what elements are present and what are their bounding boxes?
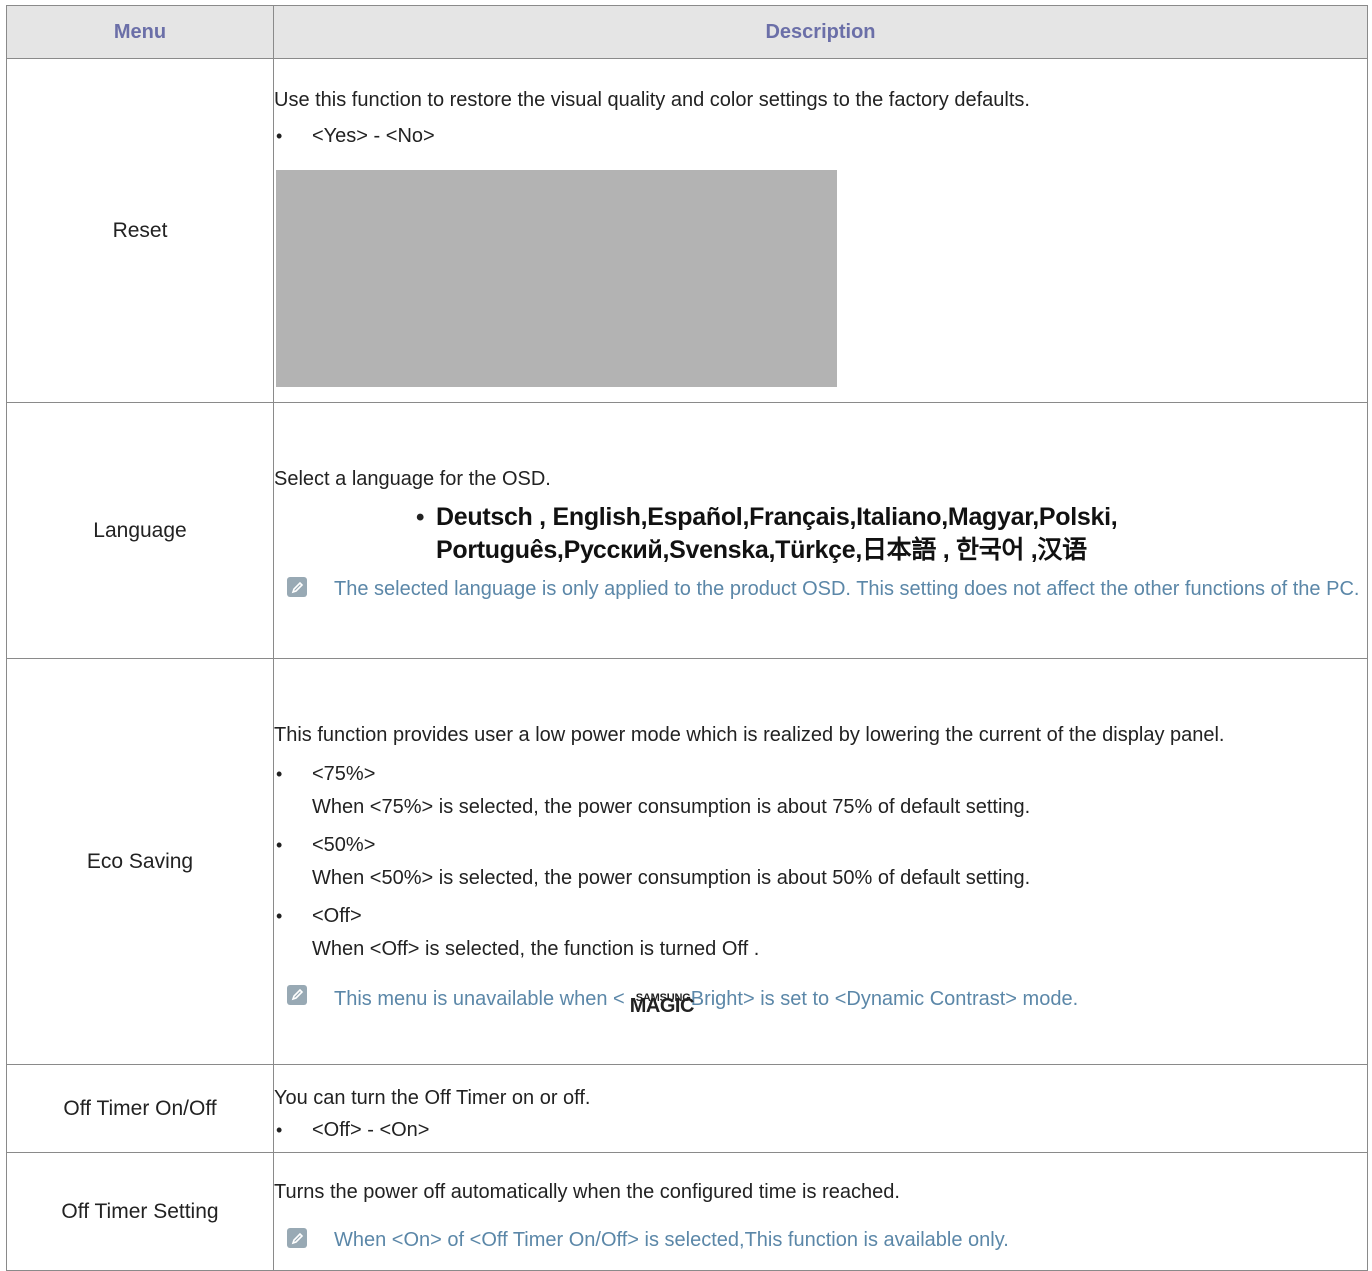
eco-item-detail: When <50%> is selected, the power consum…	[312, 866, 1031, 889]
table-row-eco-saving: Eco Saving This function provides user a…	[6, 658, 1368, 1065]
eco-item-50: • <50%> When <50%> is selected, the powe…	[274, 833, 1367, 890]
language-list: • Deutsch , English,Español,Français,Ita…	[274, 501, 1367, 567]
desc-reset: Use this function to restore the visual …	[273, 58, 1368, 403]
bullet-dot: •	[276, 1119, 283, 1140]
eco-item-detail: When <Off> is selected, the function is …	[312, 937, 760, 960]
off-timer-text: You can turn the Off Timer on or off.	[274, 1086, 591, 1109]
off-timer-options-text: <Off> - <On>	[312, 1118, 430, 1141]
desc-off-timer-setting: Turns the power off automatically when t…	[273, 1152, 1368, 1271]
off-timer-options: • <Off> - <On>	[274, 1118, 1367, 1142]
settings-table: Menu Description Reset Use this function…	[6, 5, 1368, 1271]
desc-eco-saving: This function provides user a low power …	[273, 658, 1368, 1065]
eco-item-off: • <Off> When <Off> is selected, the func…	[274, 904, 1367, 961]
bullet-dot: •	[276, 763, 283, 784]
bullet-dot: •	[416, 504, 425, 531]
samsung-magic-logo: SAMSUNG MAGIC	[625, 983, 695, 1017]
table-header-row: Menu Description	[6, 5, 1368, 59]
eco-note-text-start: This menu is unavailable when <	[334, 987, 625, 1010]
table-row-off-timer-setting: Off Timer Setting Turns the power off au…	[6, 1152, 1368, 1271]
menu-off-timer: Off Timer On/Off	[6, 1064, 274, 1153]
eco-item-label: <Off>	[312, 904, 362, 927]
language-text: Select a language for the OSD.	[274, 468, 551, 490]
note-pencil-icon	[287, 577, 307, 597]
language-list-line-1: Deutsch , English,Español,Français,Itali…	[436, 503, 1118, 531]
bullet-dot: •	[276, 905, 283, 926]
off-timer-setting-note: When <On> of <Off Timer On/Off> is selec…	[274, 1226, 1367, 1255]
table-row-language: Language Select a language for the OSD. …	[6, 402, 1368, 659]
bullet-dot: •	[276, 834, 283, 855]
menu-eco-saving: Eco Saving	[6, 658, 274, 1065]
osd-screenshot-image	[276, 170, 837, 387]
eco-item-75: • <75%> When <75%> is selected, the powe…	[274, 762, 1367, 819]
note-pencil-icon	[287, 984, 307, 1005]
language-list-line-2: Português,Русский,Svenska,Türkçe,日本語 , 한…	[436, 536, 1087, 564]
eco-item-detail: When <75%> is selected, the power consum…	[312, 795, 1031, 818]
header-menu: Menu	[6, 5, 274, 59]
eco-text: This function provides user a low power …	[274, 723, 1225, 746]
desc-off-timer: You can turn the Off Timer on or off. • …	[273, 1064, 1368, 1153]
menu-reset: Reset	[6, 58, 274, 403]
reset-options: • <Yes> - <No>	[274, 124, 1367, 148]
note-pencil-icon	[287, 1228, 307, 1248]
bullet-dot: •	[276, 126, 283, 146]
table-row-off-timer: Off Timer On/Off You can turn the Off Ti…	[6, 1064, 1368, 1153]
eco-note: This menu is unavailable when < SAMSUNG MA…	[274, 983, 1367, 1017]
reset-options-text: <Yes> - <No>	[312, 125, 435, 147]
table-row-reset: Reset Use this function to restore the v…	[6, 58, 1368, 403]
language-note-text: The selected language is only applied to…	[334, 578, 1360, 600]
eco-note-text-end: Bright> is set to <Dynamic Contrast> mod…	[690, 987, 1079, 1010]
off-timer-setting-note-text: When <On> of <Off Timer On/Off> is selec…	[334, 1229, 1009, 1251]
reset-text: Use this function to restore the visual …	[274, 89, 1030, 111]
header-description: Description	[273, 5, 1368, 59]
menu-language: Language	[6, 402, 274, 659]
menu-off-timer-setting: Off Timer Setting	[6, 1152, 274, 1271]
eco-item-label: <50%>	[312, 833, 376, 856]
magic-logo-text: MAGIC	[629, 994, 695, 1017]
eco-item-label: <75%>	[312, 762, 376, 785]
off-timer-setting-text: Turns the power off automatically when t…	[274, 1181, 900, 1203]
desc-language: Select a language for the OSD. • Deutsch…	[273, 402, 1368, 659]
language-note: The selected language is only applied to…	[274, 575, 1367, 604]
